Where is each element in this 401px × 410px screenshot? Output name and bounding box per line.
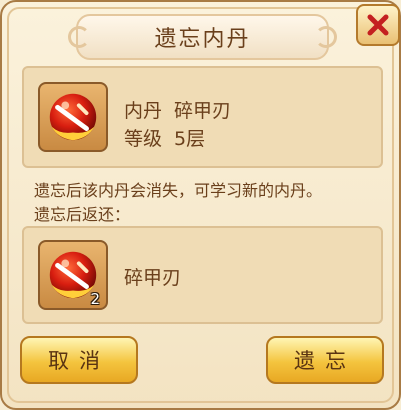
close-icon (367, 14, 389, 36)
forget-button[interactable]: 遗忘 (266, 336, 384, 384)
dialog-title: 遗忘内丹 (154, 27, 251, 52)
return-label: 遗忘后返还： (34, 205, 131, 224)
reward-item-slot[interactable]: 2 (38, 240, 108, 310)
close-button[interactable] (356, 4, 400, 46)
core-name-label: 内丹 (124, 100, 163, 122)
core-level-label: 等级 (124, 128, 163, 150)
core-name-value: 碎甲刃 (174, 100, 232, 122)
title-banner: 遗忘内丹 (68, 14, 337, 60)
cancel-button[interactable]: 取消 (20, 336, 138, 384)
banner-scroll-left (68, 26, 90, 48)
core-name-line: 内丹 碎甲刃 (124, 96, 231, 123)
return-reward-panel: 2 碎甲刃 (22, 226, 383, 324)
core-info-panel: 内丹 碎甲刃 等级 5层 (22, 66, 383, 168)
forget-core-dialog: 遗忘 内丹 内丹 碎甲刃 等级 5层 遗忘后该内丹会消失，可学习新的内丹。 遗忘后… (0, 0, 401, 410)
core-orb-icon (49, 93, 97, 141)
reward-count: 2 (90, 290, 100, 308)
banner-scroll-right (315, 26, 337, 48)
reward-name: 碎甲刃 (124, 267, 182, 289)
forget-warning-text: 遗忘后该内丹会消失，可学习新的内丹。 (34, 181, 323, 200)
core-level-line: 等级 5层 (124, 124, 205, 151)
core-item-slot[interactable] (38, 82, 108, 152)
core-level-value: 5层 (174, 128, 206, 150)
